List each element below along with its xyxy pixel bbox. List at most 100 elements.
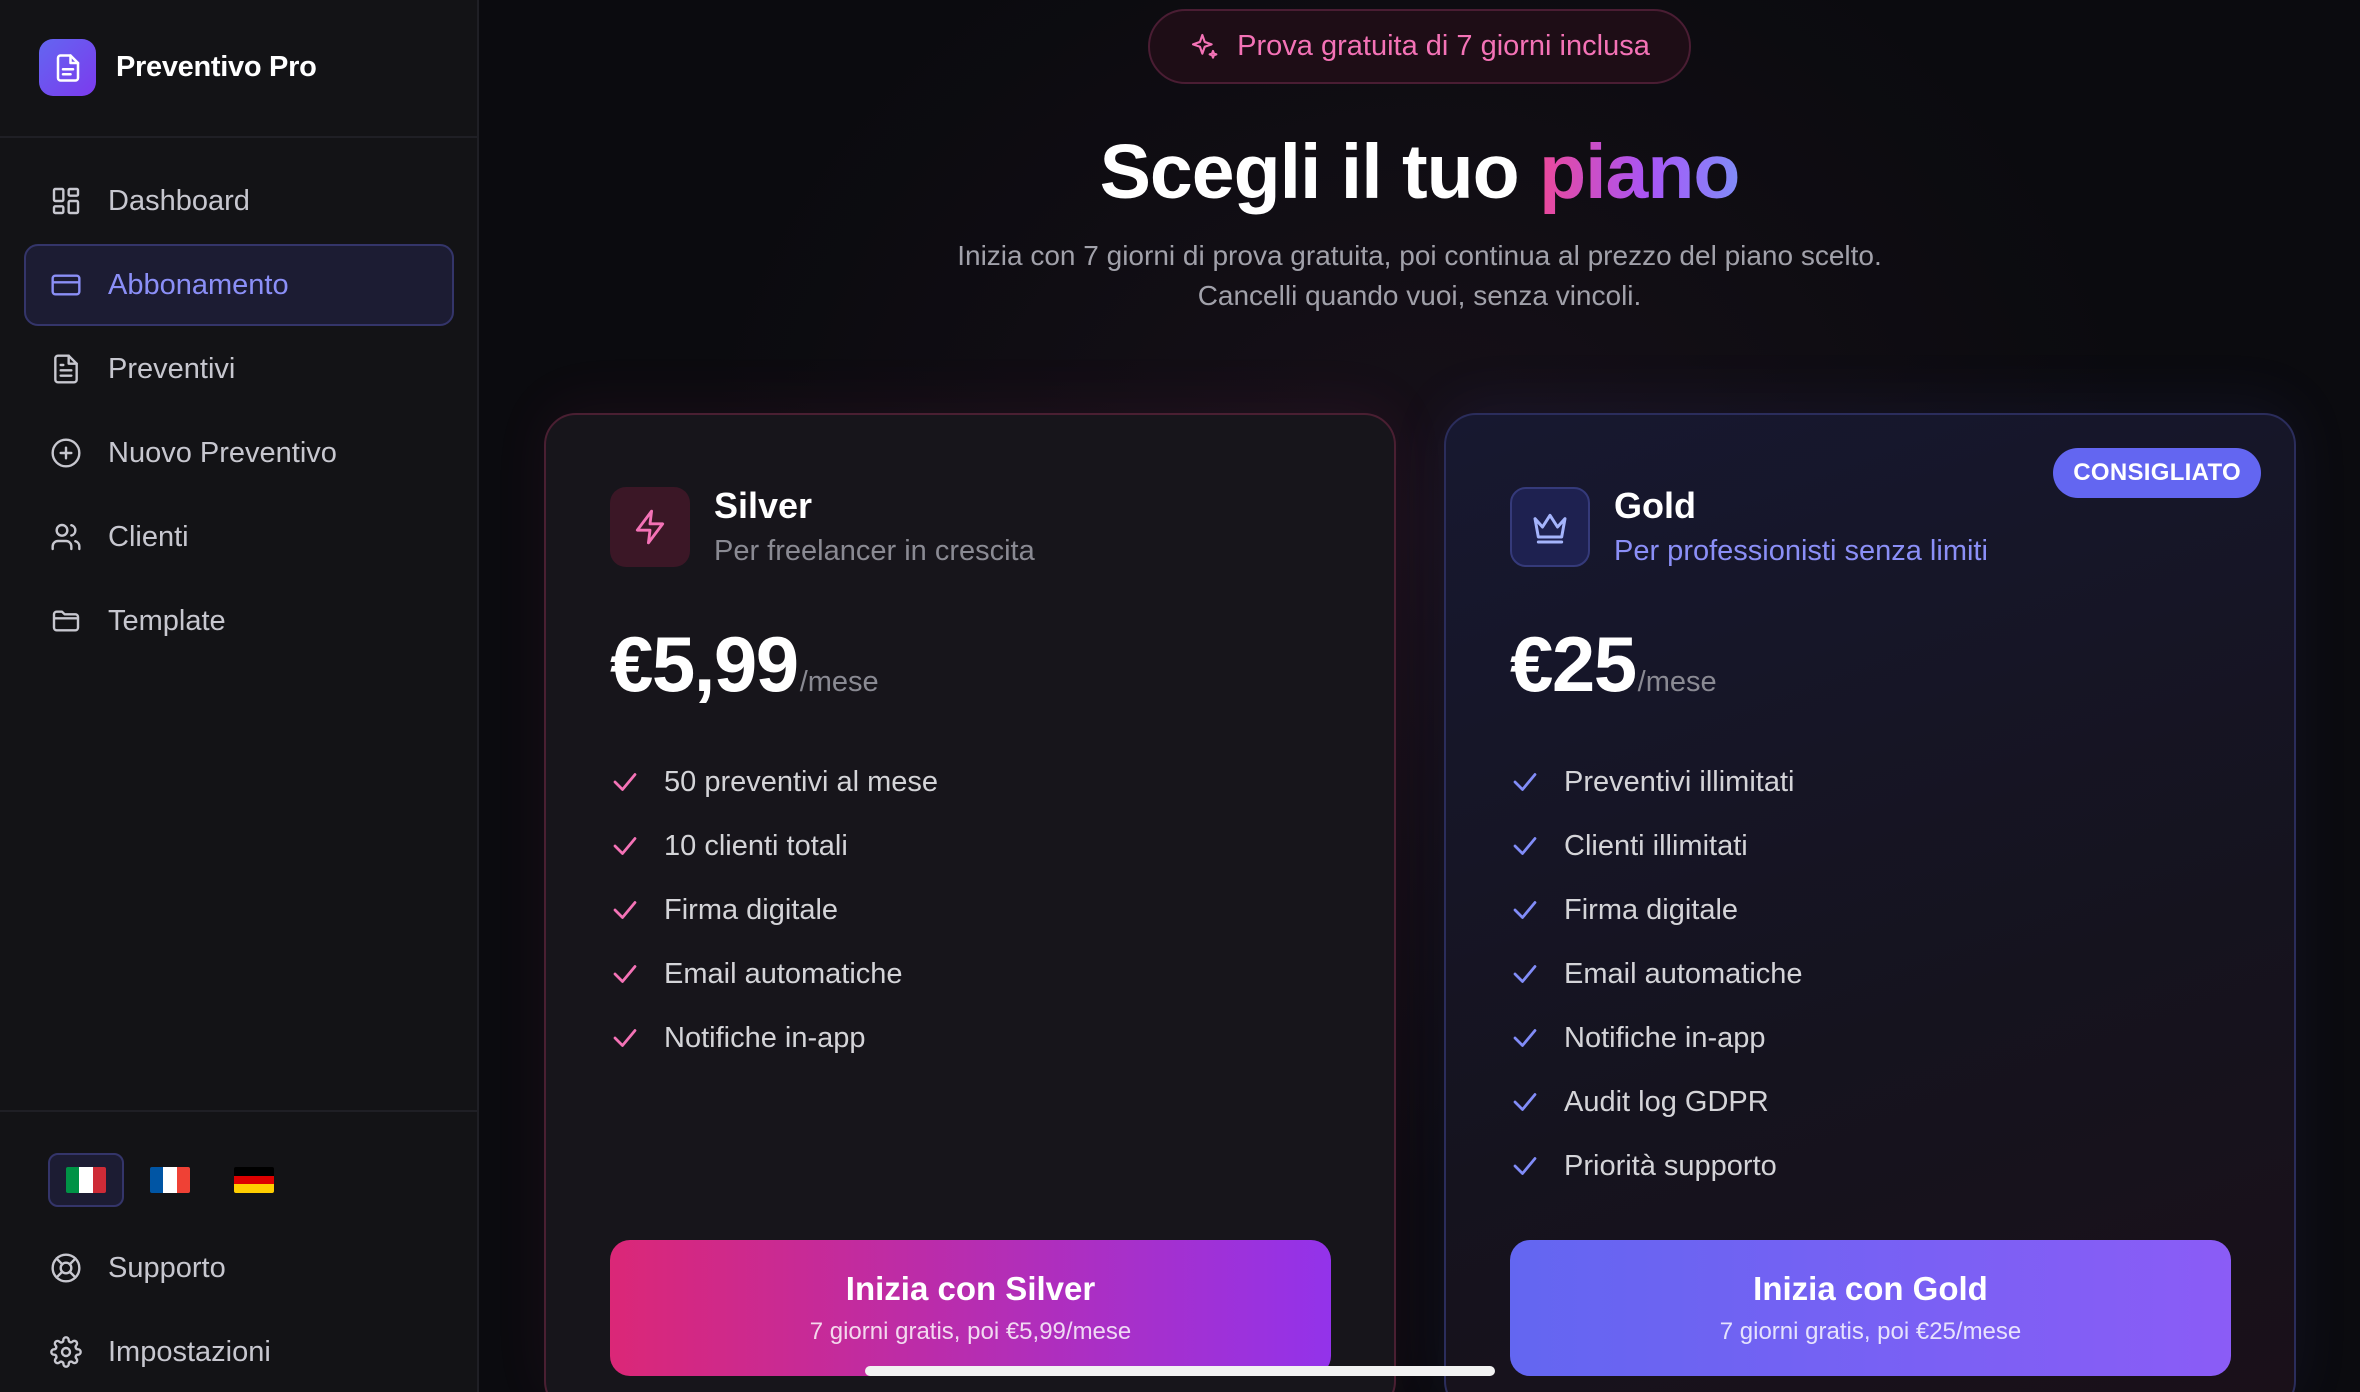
plan-description: Per freelancer in crescita	[714, 535, 1035, 567]
sidebar-item-label: Nuovo Preventivo	[108, 436, 337, 469]
page-subtitle: Inizia con 7 giorni di prova gratuita, p…	[479, 236, 2360, 316]
cta-subtitle: 7 giorni gratis, poi €25/mese	[1719, 1318, 2022, 1345]
cta-subtitle: 7 giorni gratis, poi €5,99/mese	[809, 1318, 1132, 1345]
feature-label: Clienti illimitati	[1564, 829, 1748, 862]
brand[interactable]: Preventivo Pro	[39, 39, 317, 96]
sidebar-item-nuovo-preventivo[interactable]: Nuovo Preventivo	[24, 412, 454, 494]
flag-germany-icon	[234, 1167, 274, 1193]
document-icon	[39, 39, 96, 96]
check-icon	[610, 895, 640, 925]
sidebar-item-label: Preventivi	[108, 352, 236, 385]
language-de-button[interactable]	[216, 1153, 292, 1207]
cta-title: Inizia con Silver	[845, 1270, 1096, 1307]
price-amount: €5,99	[610, 620, 799, 708]
check-icon	[1510, 1151, 1540, 1181]
feature-label: Firma digitale	[1564, 893, 1739, 926]
flag-france-icon	[150, 1167, 190, 1193]
start-gold-button[interactable]: Inizia con Gold 7 giorni gratis, poi €25…	[1510, 1240, 2231, 1376]
sparkle-icon	[1189, 31, 1221, 63]
sidebar-item-label: Supporto	[108, 1251, 226, 1284]
feature-item: Firma digitale	[1510, 878, 1803, 942]
feature-item: Preventivi illimitati	[1510, 750, 1803, 814]
check-icon	[610, 1023, 640, 1053]
start-silver-button[interactable]: Inizia con Silver 7 giorni gratis, poi €…	[610, 1240, 1331, 1376]
home-indicator[interactable]	[865, 1366, 1495, 1376]
price-amount: €25	[1510, 620, 1637, 708]
check-icon	[1510, 1023, 1540, 1053]
check-icon	[610, 767, 640, 797]
subtitle-line: Inizia con 7 giorni di prova gratuita, p…	[957, 240, 1882, 271]
feature-item: 50 preventivi al mese	[610, 750, 938, 814]
sidebar-divider	[0, 136, 477, 138]
sidebar-bottom-nav: Supporto Impostazioni	[24, 1227, 454, 1392]
feature-item: Notifiche in-app	[610, 1006, 938, 1070]
recommended-badge: CONSIGLIATO	[2053, 448, 2261, 498]
users-icon	[50, 521, 82, 553]
sidebar-item-template[interactable]: Template	[24, 580, 454, 662]
check-icon	[610, 831, 640, 861]
feature-item: 10 clienti totali	[610, 814, 938, 878]
check-icon	[1510, 831, 1540, 861]
page-title-highlight: piano	[1539, 129, 1740, 215]
sidebar-item-preventivi[interactable]: Preventivi	[24, 328, 454, 410]
page-title: Scegli il tuo piano	[479, 128, 2360, 217]
check-icon	[1510, 1087, 1540, 1117]
page-title-prefix: Scegli il tuo	[1099, 129, 1540, 215]
sidebar-item-supporto[interactable]: Supporto	[24, 1227, 454, 1309]
feature-item: Firma digitale	[610, 878, 938, 942]
sidebar-item-label: Dashboard	[108, 184, 250, 217]
feature-item: Email automatiche	[610, 942, 938, 1006]
sidebar-divider	[0, 1110, 477, 1112]
cta-title: Inizia con Gold	[1753, 1270, 1988, 1307]
sidebar-item-label: Abbonamento	[108, 268, 289, 301]
plan-price: €5,99 /mese	[610, 619, 879, 710]
sidebar-item-clienti[interactable]: Clienti	[24, 496, 454, 578]
sidebar-item-label: Template	[108, 604, 226, 637]
document-icon	[50, 353, 82, 385]
feature-item: Priorità supporto	[1510, 1134, 1803, 1198]
sidebar-item-label: Clienti	[108, 520, 189, 553]
folder-icon	[50, 605, 82, 637]
check-icon	[1510, 895, 1540, 925]
plan-name: Silver	[714, 485, 813, 526]
sidebar-item-abbonamento[interactable]: Abbonamento	[24, 244, 454, 326]
sidebar: Preventivo Pro Dashboard Abbonamento Pre…	[0, 0, 479, 1392]
feature-item: Notifiche in-app	[1510, 1006, 1803, 1070]
feature-label: Firma digitale	[664, 893, 839, 926]
language-it-button[interactable]	[48, 1153, 124, 1207]
feature-label: 50 preventivi al mese	[664, 765, 939, 798]
crown-icon	[1510, 487, 1590, 567]
feature-list: 50 preventivi al mese 10 clienti totali …	[610, 750, 938, 1070]
feature-label: Priorità supporto	[1564, 1149, 1777, 1182]
sidebar-nav: Dashboard Abbonamento Preventivi Nuovo P…	[24, 160, 454, 664]
plan-name: Gold	[1614, 485, 1696, 526]
plan-card-silver: Silver Per freelancer in crescita €5,99 …	[544, 413, 1396, 1392]
lifebuoy-icon	[50, 1252, 82, 1284]
check-icon	[1510, 767, 1540, 797]
credit-card-icon	[50, 269, 82, 301]
feature-label: Notifiche in-app	[1564, 1021, 1766, 1054]
plan-description: Per professionisti senza limiti	[1614, 535, 1988, 567]
brand-name: Preventivo Pro	[116, 51, 317, 83]
price-unit: /mese	[1637, 666, 1717, 698]
subtitle-line: Cancelli quando vuoi, senza vincoli.	[1197, 280, 1642, 311]
plus-circle-icon	[50, 437, 82, 469]
gear-icon	[50, 1336, 82, 1368]
language-fr-button[interactable]	[132, 1153, 208, 1207]
feature-item: Clienti illimitati	[1510, 814, 1803, 878]
sidebar-item-impostazioni[interactable]: Impostazioni	[24, 1311, 454, 1392]
flag-italy-icon	[66, 1167, 106, 1193]
grid-icon	[50, 185, 82, 217]
pricing-page: Prova gratuita di 7 giorni inclusa Scegl…	[479, 0, 2360, 1392]
feature-label: Audit log GDPR	[1564, 1085, 1769, 1118]
check-icon	[610, 959, 640, 989]
lightning-icon	[610, 487, 690, 567]
plan-card-gold: CONSIGLIATO Gold Per professionisti senz…	[1444, 413, 2296, 1392]
trial-badge: Prova gratuita di 7 giorni inclusa	[1148, 9, 1691, 84]
feature-label: 10 clienti totali	[664, 829, 848, 862]
feature-label: Email automatiche	[664, 957, 903, 990]
sidebar-item-dashboard[interactable]: Dashboard	[24, 160, 454, 242]
check-icon	[1510, 959, 1540, 989]
trial-badge-text: Prova gratuita di 7 giorni inclusa	[1237, 30, 1650, 62]
price-unit: /mese	[799, 666, 879, 698]
